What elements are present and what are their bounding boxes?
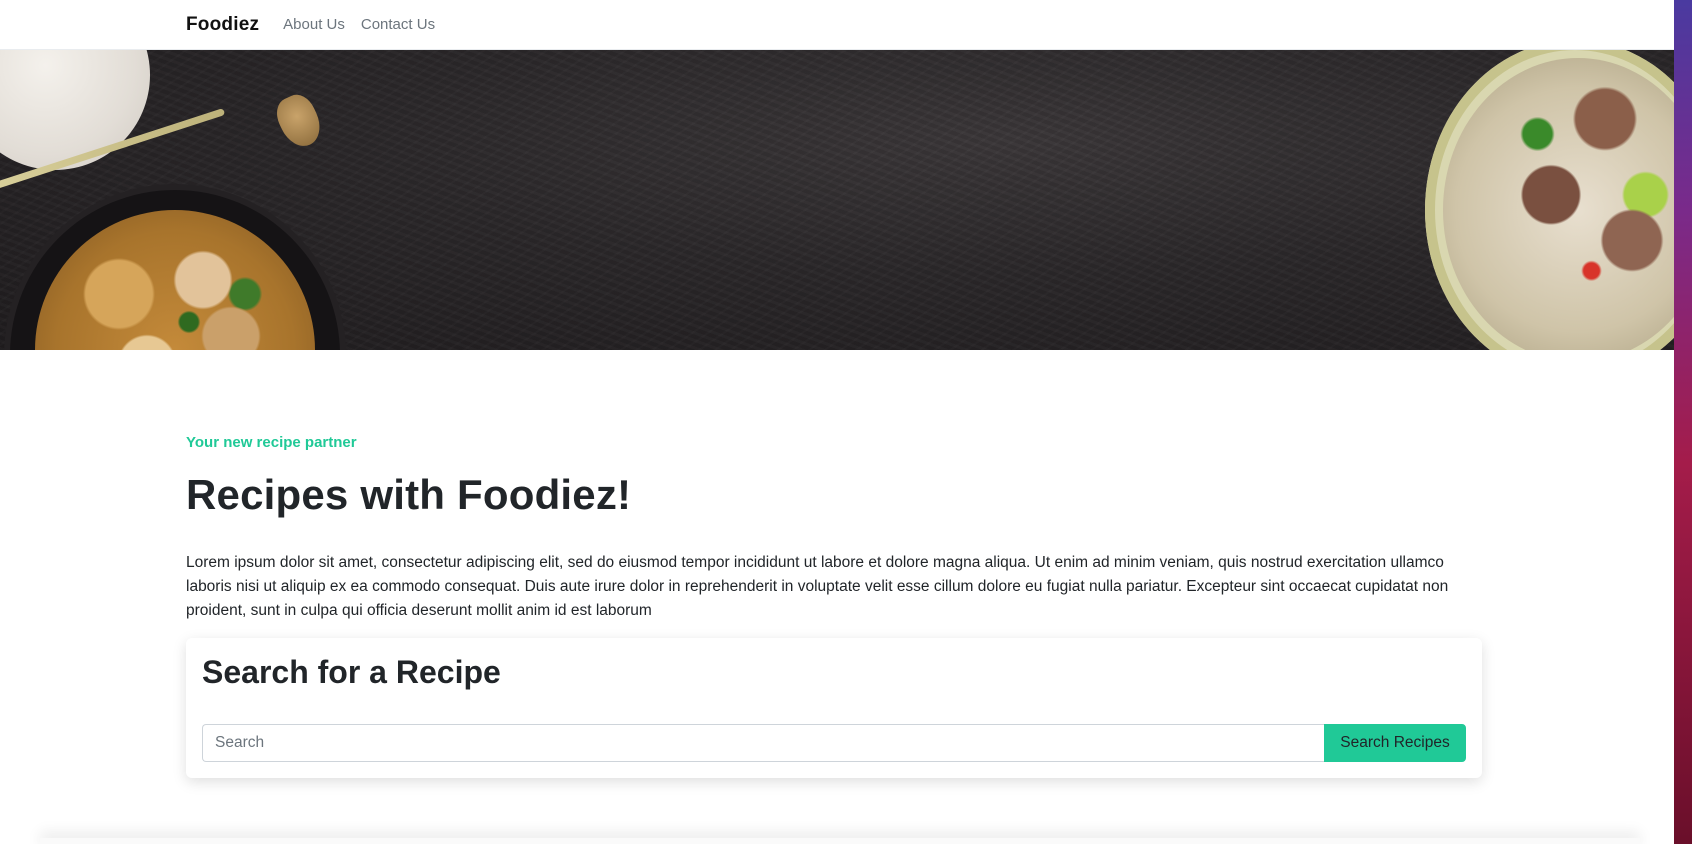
nav-link-about-us[interactable]: About Us (283, 16, 345, 33)
intro-paragraph: Lorem ipsum dolor sit amet, consectetur … (186, 554, 1449, 619)
brand-logo-link[interactable]: Foodiez (186, 14, 259, 36)
intro-section: Your new recipe partner Recipes with Foo… (0, 434, 1674, 623)
nav-link-contact-us[interactable]: Contact Us (361, 16, 435, 33)
top-navbar: Foodiez About Us Contact Us (0, 0, 1674, 50)
pho-food (1443, 58, 1674, 350)
desktop-background-edge (1674, 0, 1692, 844)
search-input[interactable] (202, 724, 1324, 762)
search-card: Search for a Recipe Search Recipes (186, 638, 1482, 778)
hero-banner-image (0, 50, 1674, 350)
search-recipes-button[interactable]: Search Recipes (1324, 724, 1466, 762)
search-input-group: Search Recipes (202, 724, 1466, 762)
intro-eyebrow: Your new recipe partner (186, 434, 357, 451)
search-card-title: Search for a Recipe (202, 654, 501, 690)
page-title: Recipes with Foodiez! (186, 471, 632, 518)
pad-thai-food (35, 210, 315, 350)
next-section-edge (40, 838, 1640, 844)
page: Foodiez About Us Contact Us Your new rec… (0, 0, 1674, 844)
